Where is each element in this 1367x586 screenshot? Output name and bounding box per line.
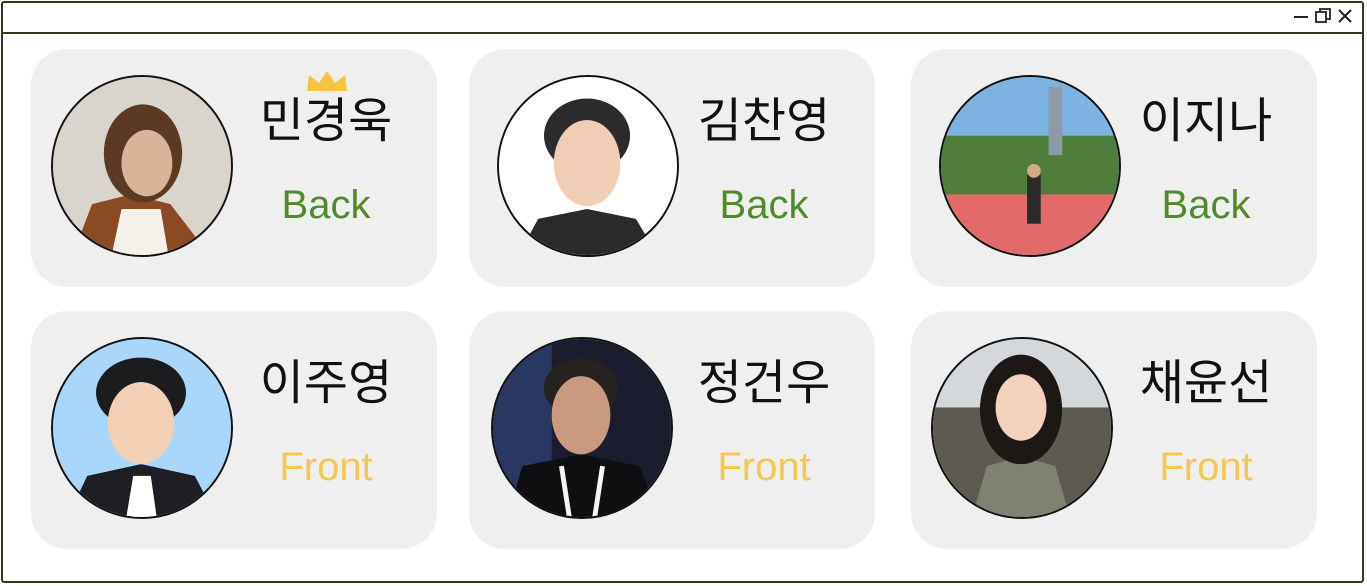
avatar bbox=[491, 337, 673, 519]
app-window: 민경욱 Back 김찬영 Back 이지나 Back 이주영 Front 정건우… bbox=[1, 1, 1364, 583]
avatar bbox=[939, 75, 1121, 257]
member-role: Front bbox=[1159, 445, 1253, 489]
title-bar bbox=[3, 3, 1362, 34]
avatar bbox=[51, 75, 233, 257]
member-name: 민경욱 bbox=[259, 93, 393, 149]
member-card[interactable]: 민경욱 Back bbox=[31, 49, 437, 287]
member-name: 이지나 bbox=[1139, 93, 1273, 149]
member-card[interactable]: 이주영 Front bbox=[31, 311, 437, 549]
member-name: 정건우 bbox=[697, 355, 831, 411]
member-card[interactable]: 정건우 Front bbox=[469, 311, 875, 549]
member-role: Front bbox=[717, 445, 811, 489]
member-role: Back bbox=[281, 183, 371, 227]
avatar bbox=[51, 337, 233, 519]
member-card[interactable]: 이지나 Back bbox=[911, 49, 1317, 287]
avatar bbox=[497, 75, 679, 257]
member-role: Front bbox=[279, 445, 373, 489]
member-name: 채윤선 bbox=[1139, 355, 1273, 411]
window-controls bbox=[1292, 7, 1354, 25]
close-icon[interactable] bbox=[1336, 7, 1354, 25]
member-card[interactable]: 김찬영 Back bbox=[469, 49, 875, 287]
member-name: 김찬영 bbox=[697, 93, 831, 149]
avatar bbox=[931, 337, 1113, 519]
restore-icon[interactable] bbox=[1314, 7, 1332, 25]
minimize-icon[interactable] bbox=[1292, 7, 1310, 25]
member-card[interactable]: 채윤선 Front bbox=[911, 311, 1317, 549]
crown-icon bbox=[307, 71, 347, 91]
member-role: Back bbox=[719, 183, 809, 227]
member-name: 이주영 bbox=[259, 355, 393, 411]
member-role: Back bbox=[1161, 183, 1251, 227]
